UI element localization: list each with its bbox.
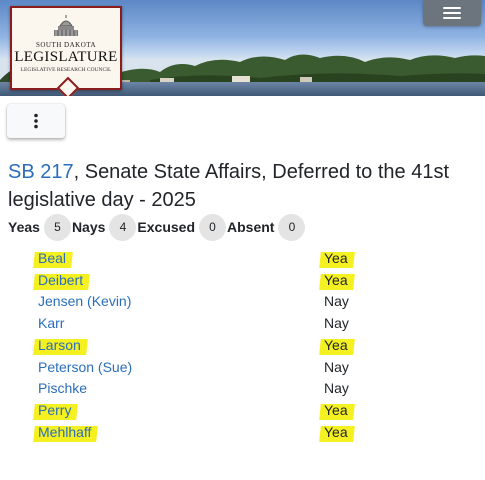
roll-call-table: Beal Yea Deibert Yea Jensen (Kevin) Nay … bbox=[32, 247, 384, 443]
vote-highlight: Yea bbox=[324, 402, 348, 418]
legislator-link[interactable]: Peterson (Sue) bbox=[38, 359, 132, 375]
table-row: Beal Yea bbox=[32, 247, 384, 269]
legislator-link[interactable]: Pischke bbox=[38, 380, 87, 396]
legislator-highlight: Mehlhaff bbox=[38, 424, 91, 440]
yeas-count-badge: 5 bbox=[43, 213, 71, 241]
capitol-dome-icon bbox=[54, 15, 78, 36]
nays-label: Nays bbox=[71, 219, 106, 235]
vote-value: Yea bbox=[324, 423, 348, 440]
more-options-button[interactable] bbox=[7, 104, 65, 138]
hamburger-icon bbox=[443, 7, 461, 19]
legislator-link[interactable]: Deibert bbox=[38, 272, 83, 288]
excused-label: Excused bbox=[137, 219, 195, 235]
kebab-vertical-icon bbox=[34, 113, 38, 129]
legislator-highlight: Deibert bbox=[38, 272, 83, 288]
vote-highlight: Yea bbox=[324, 337, 348, 353]
vote-value: Nay bbox=[324, 315, 349, 332]
logo-state-text: SOUTH DAKOTA bbox=[35, 41, 97, 49]
main-menu-button[interactable] bbox=[423, 0, 481, 26]
legislator-link[interactable]: Karr bbox=[38, 315, 64, 331]
vote-value: Yea bbox=[324, 336, 348, 353]
nays-count-badge: 4 bbox=[109, 213, 137, 241]
vote-value: Nay bbox=[324, 380, 349, 397]
legislator-highlight: Perry bbox=[38, 402, 71, 418]
bill-number-link[interactable]: SB 217 bbox=[8, 161, 74, 183]
table-row: Pischke Nay bbox=[32, 378, 384, 400]
vote-value: Nay bbox=[324, 293, 349, 310]
vote-value: Nay bbox=[324, 358, 349, 375]
table-row: Karr Nay bbox=[32, 312, 384, 334]
logo-subtitle-text: LEGISLATIVE RESEARCH COUNCIL bbox=[20, 67, 112, 73]
legislator-highlight: Beal bbox=[38, 250, 66, 266]
header-banner: SOUTH DAKOTA LEGISLATURE LEGISLATIVE RES… bbox=[0, 0, 485, 96]
legislature-logo[interactable]: SOUTH DAKOTA LEGISLATURE LEGISLATIVE RES… bbox=[10, 6, 122, 96]
table-row: Mehlhaff Yea bbox=[32, 421, 384, 443]
vote-highlight: Yea bbox=[324, 250, 348, 266]
vote-value: Yea bbox=[324, 249, 348, 266]
bill-description: , Senate State Affairs, Deferred to the … bbox=[8, 161, 450, 211]
vote-tally: Yeas 5 Nays 4 Excused 0 Absent 0 bbox=[8, 213, 306, 241]
table-row: Larson Yea bbox=[32, 334, 384, 356]
legislator-link[interactable]: Jensen (Kevin) bbox=[38, 293, 131, 309]
table-row: Perry Yea bbox=[32, 399, 384, 421]
table-row: Jensen (Kevin) Nay bbox=[32, 291, 384, 313]
vote-value: Yea bbox=[324, 402, 348, 419]
vote-highlight: Yea bbox=[324, 272, 348, 288]
absent-count-badge: 0 bbox=[278, 213, 306, 241]
page-title: SB 217, Senate State Affairs, Deferred t… bbox=[8, 158, 478, 214]
legislator-link[interactable]: Perry bbox=[38, 402, 71, 418]
yeas-label: Yeas bbox=[8, 219, 40, 235]
vote-highlight: Yea bbox=[324, 424, 348, 440]
legislator-link[interactable]: Mehlhaff bbox=[38, 424, 91, 440]
legislator-link[interactable]: Beal bbox=[38, 250, 66, 266]
logo-legislature-text: LEGISLATURE bbox=[14, 49, 118, 65]
legislator-link[interactable]: Larson bbox=[38, 337, 81, 353]
excused-count-badge: 0 bbox=[199, 213, 226, 241]
table-row: Deibert Yea bbox=[32, 269, 384, 291]
legislator-highlight: Larson bbox=[38, 337, 81, 353]
table-row: Peterson (Sue) Nay bbox=[32, 356, 384, 378]
absent-label: Absent bbox=[227, 219, 275, 235]
vote-value: Yea bbox=[324, 271, 348, 288]
